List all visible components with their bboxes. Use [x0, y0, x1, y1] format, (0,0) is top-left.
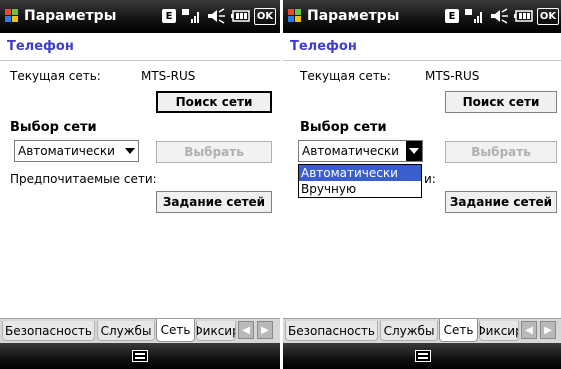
- preferred-networks-label: Предпочитаемые сети:: [10, 172, 157, 186]
- network-mode-dropdown: Автоматически Вручную: [298, 164, 422, 198]
- page-heading-row: Телефон: [0, 33, 280, 61]
- current-network-value: MTS-RUS: [141, 69, 196, 83]
- tab-scroll-left-icon[interactable]: ◀: [238, 321, 254, 339]
- set-networks-button[interactable]: Задание сетей: [445, 191, 557, 213]
- tab-scroll-left-icon[interactable]: ◀: [521, 321, 537, 339]
- page-heading: Телефон: [290, 39, 357, 54]
- tab-bar: Безопасность Службы Сеть Фиксир ◀ ▶: [283, 318, 561, 343]
- preferred-networks-label-partial: и:: [424, 172, 436, 186]
- battery-icon[interactable]: [514, 7, 534, 25]
- speaker-icon[interactable]: [205, 7, 227, 25]
- current-network-label: Текущая сеть:: [10, 69, 101, 83]
- page-heading: Телефон: [7, 39, 74, 54]
- current-network-value: MTS-RUS: [425, 69, 480, 83]
- windows-logo-icon[interactable]: [288, 9, 302, 23]
- dropdown-option-automatic[interactable]: Автоматически: [299, 165, 421, 181]
- tab-fixed[interactable]: Фиксир: [196, 321, 236, 341]
- screen-left: Параметры E OK Телефон Текущая сеть: MTS…: [0, 0, 280, 369]
- tab-scroll-right-icon[interactable]: ▶: [540, 321, 556, 339]
- tab-services[interactable]: Службы: [380, 321, 438, 341]
- ok-button[interactable]: OK: [254, 8, 276, 25]
- title-bar: Параметры E OK: [283, 0, 561, 33]
- dropdown-option-manual[interactable]: Вручную: [299, 181, 421, 197]
- tab-network[interactable]: Сеть: [156, 319, 195, 342]
- windows-logo-icon[interactable]: [5, 9, 19, 23]
- network-mode-combo[interactable]: Автоматически: [14, 140, 139, 162]
- network-mode-combo[interactable]: Автоматически: [298, 140, 423, 162]
- edge-icon[interactable]: E: [445, 9, 459, 23]
- ok-button[interactable]: OK: [537, 8, 559, 25]
- search-network-button[interactable]: Поиск сети: [156, 91, 272, 113]
- window-title: Параметры: [307, 8, 400, 24]
- window-title: Параметры: [24, 8, 117, 24]
- bottom-bar: [283, 343, 561, 369]
- tab-fixed[interactable]: Фиксир: [479, 321, 519, 341]
- bottom-bar: [0, 343, 280, 369]
- network-mode-value: Автоматически: [302, 144, 399, 158]
- tab-network[interactable]: Сеть: [439, 319, 478, 342]
- chevron-down-icon[interactable]: [122, 141, 138, 161]
- battery-icon[interactable]: [231, 7, 251, 25]
- set-networks-button[interactable]: Задание сетей: [156, 191, 272, 213]
- edge-icon[interactable]: E: [162, 9, 176, 23]
- select-button[interactable]: Выбрать: [445, 141, 557, 163]
- network-selection-label: Выбор сети: [300, 120, 387, 135]
- network-selection-label: Выбор сети: [10, 120, 97, 135]
- current-network-label: Текущая сеть:: [300, 69, 391, 83]
- signal-icon[interactable]: [464, 7, 484, 25]
- page-heading-row: Телефон: [283, 33, 561, 61]
- network-mode-value: Автоматически: [18, 144, 115, 158]
- title-bar: Параметры E OK: [0, 0, 280, 33]
- screen-right: Параметры E OK Телефон Текущая сеть: MTS…: [283, 0, 561, 369]
- tab-security[interactable]: Безопасность: [285, 321, 378, 341]
- tab-scroll-right-icon[interactable]: ▶: [257, 321, 273, 339]
- select-button[interactable]: Выбрать: [156, 141, 272, 163]
- signal-icon[interactable]: [181, 7, 201, 25]
- keyboard-icon[interactable]: [415, 350, 431, 362]
- search-network-button[interactable]: Поиск сети: [445, 91, 557, 113]
- tab-bar: Безопасность Службы Сеть Фиксир ◀ ▶: [0, 318, 280, 343]
- chevron-down-icon[interactable]: [406, 141, 422, 161]
- tab-security[interactable]: Безопасность: [2, 321, 95, 341]
- speaker-icon[interactable]: [488, 7, 510, 25]
- tab-services[interactable]: Службы: [97, 321, 155, 341]
- keyboard-icon[interactable]: [132, 350, 148, 362]
